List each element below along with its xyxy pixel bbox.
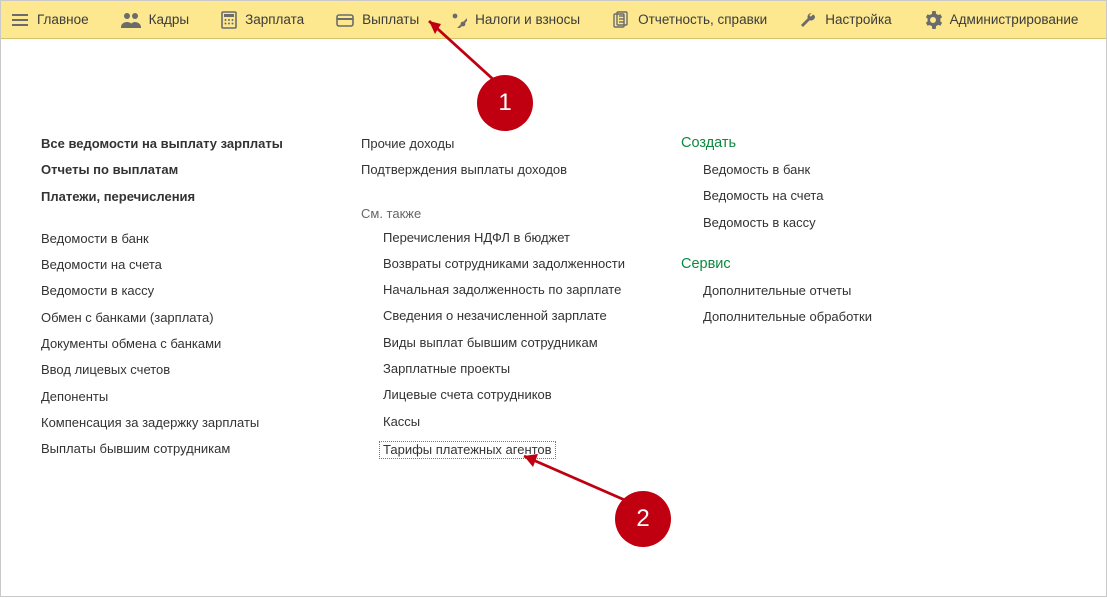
nav-label: Отчетность, справки [638,12,767,27]
link-initial-debt[interactable]: Начальная задолженность по зарплате [361,277,641,303]
percent-icon [451,12,467,28]
documents-icon [612,11,630,29]
content-area: Все ведомости на выплату зарплаты Отчеты… [1,39,1106,465]
annotation-badge-2: 2 [615,491,671,547]
link-bank-exchange[interactable]: Обмен с банками (зарплата) [41,305,321,331]
top-navbar: Главное Кадры Зарплата Выплаты Налоги и … [1,1,1106,39]
gear-icon [924,11,942,29]
nav-taxes[interactable]: Налоги и взносы [437,1,598,38]
badge-number: 2 [636,505,649,533]
link-sheets-cash[interactable]: Ведомости в кассу [41,278,321,304]
link-uncredited-salary-info[interactable]: Сведения о незачисленной зарплате [361,303,641,329]
link-sheets-bank[interactable]: Ведомости в банк [41,226,321,252]
nav-label: Зарплата [245,12,304,27]
create-sheet-cash[interactable]: Ведомость в кассу [681,210,981,236]
calculator-icon [221,11,237,29]
link-income-confirmation[interactable]: Подтверждения выплаты доходов [361,157,641,183]
nav-label: Налоги и взносы [475,12,580,27]
link-former-employee-payments[interactable]: Выплаты бывшим сотрудникам [41,436,321,462]
nav-main[interactable]: Главное [1,1,107,38]
link-sheets-accounts[interactable]: Ведомости на счета [41,252,321,278]
link-salary-projects[interactable]: Зарплатные проекты [361,356,641,382]
nav-label: Администрирование [950,12,1079,27]
create-header: Создать [681,131,981,157]
link-employee-accounts[interactable]: Лицевые счета сотрудников [361,382,641,408]
nav-reports[interactable]: Отчетность, справки [598,1,785,38]
link-cash-desks[interactable]: Кассы [361,409,641,435]
nav-label: Выплаты [362,12,419,27]
link-payment-agent-tariffs[interactable]: Тарифы платежных агентов [361,435,641,465]
link-ndfl-transfers[interactable]: Перечисления НДФЛ в бюджет [361,225,641,251]
people-icon [121,11,141,29]
link-former-payment-types[interactable]: Виды выплат бывшим сотрудникам [361,330,641,356]
see-also-header: См. также [361,200,641,225]
column-right: Создать Ведомость в банк Ведомость на сч… [681,131,981,465]
hamburger-icon [11,11,29,29]
wrench-icon [799,11,817,29]
nav-label: Кадры [149,12,189,27]
link-all-payrolls[interactable]: Все ведомости на выплату зарплаты [41,131,321,157]
link-delay-compensation[interactable]: Компенсация за задержку зарплаты [41,410,321,436]
nav-settings[interactable]: Настройка [785,1,909,38]
nav-payments[interactable]: Выплаты [322,1,437,38]
service-header: Сервис [681,252,981,278]
link-employee-returns[interactable]: Возвраты сотрудниками задолженности [361,251,641,277]
nav-label: Главное [37,12,89,27]
link-deponents[interactable]: Депоненты [41,384,321,410]
service-additional-processing[interactable]: Дополнительные обработки [681,304,981,330]
link-transfers[interactable]: Платежи, перечисления [41,184,321,210]
create-sheet-accounts[interactable]: Ведомость на счета [681,183,981,209]
focused-link-text: Тарифы платежных агентов [379,441,556,459]
link-other-income[interactable]: Прочие доходы [361,131,641,157]
link-payment-reports[interactable]: Отчеты по выплатам [41,157,321,183]
nav-label: Настройка [825,12,891,27]
nav-personnel[interactable]: Кадры [107,1,207,38]
link-bank-exchange-docs[interactable]: Документы обмена с банками [41,331,321,357]
column-left: Все ведомости на выплату зарплаты Отчеты… [41,131,321,465]
create-sheet-bank[interactable]: Ведомость в банк [681,157,981,183]
column-middle: Прочие доходы Подтверждения выплаты дохо… [361,131,641,465]
link-personal-accounts-input[interactable]: Ввод лицевых счетов [41,357,321,383]
service-additional-reports[interactable]: Дополнительные отчеты [681,278,981,304]
nav-salary[interactable]: Зарплата [207,1,322,38]
wallet-icon [336,12,354,28]
nav-administration[interactable]: Администрирование [910,1,1097,38]
